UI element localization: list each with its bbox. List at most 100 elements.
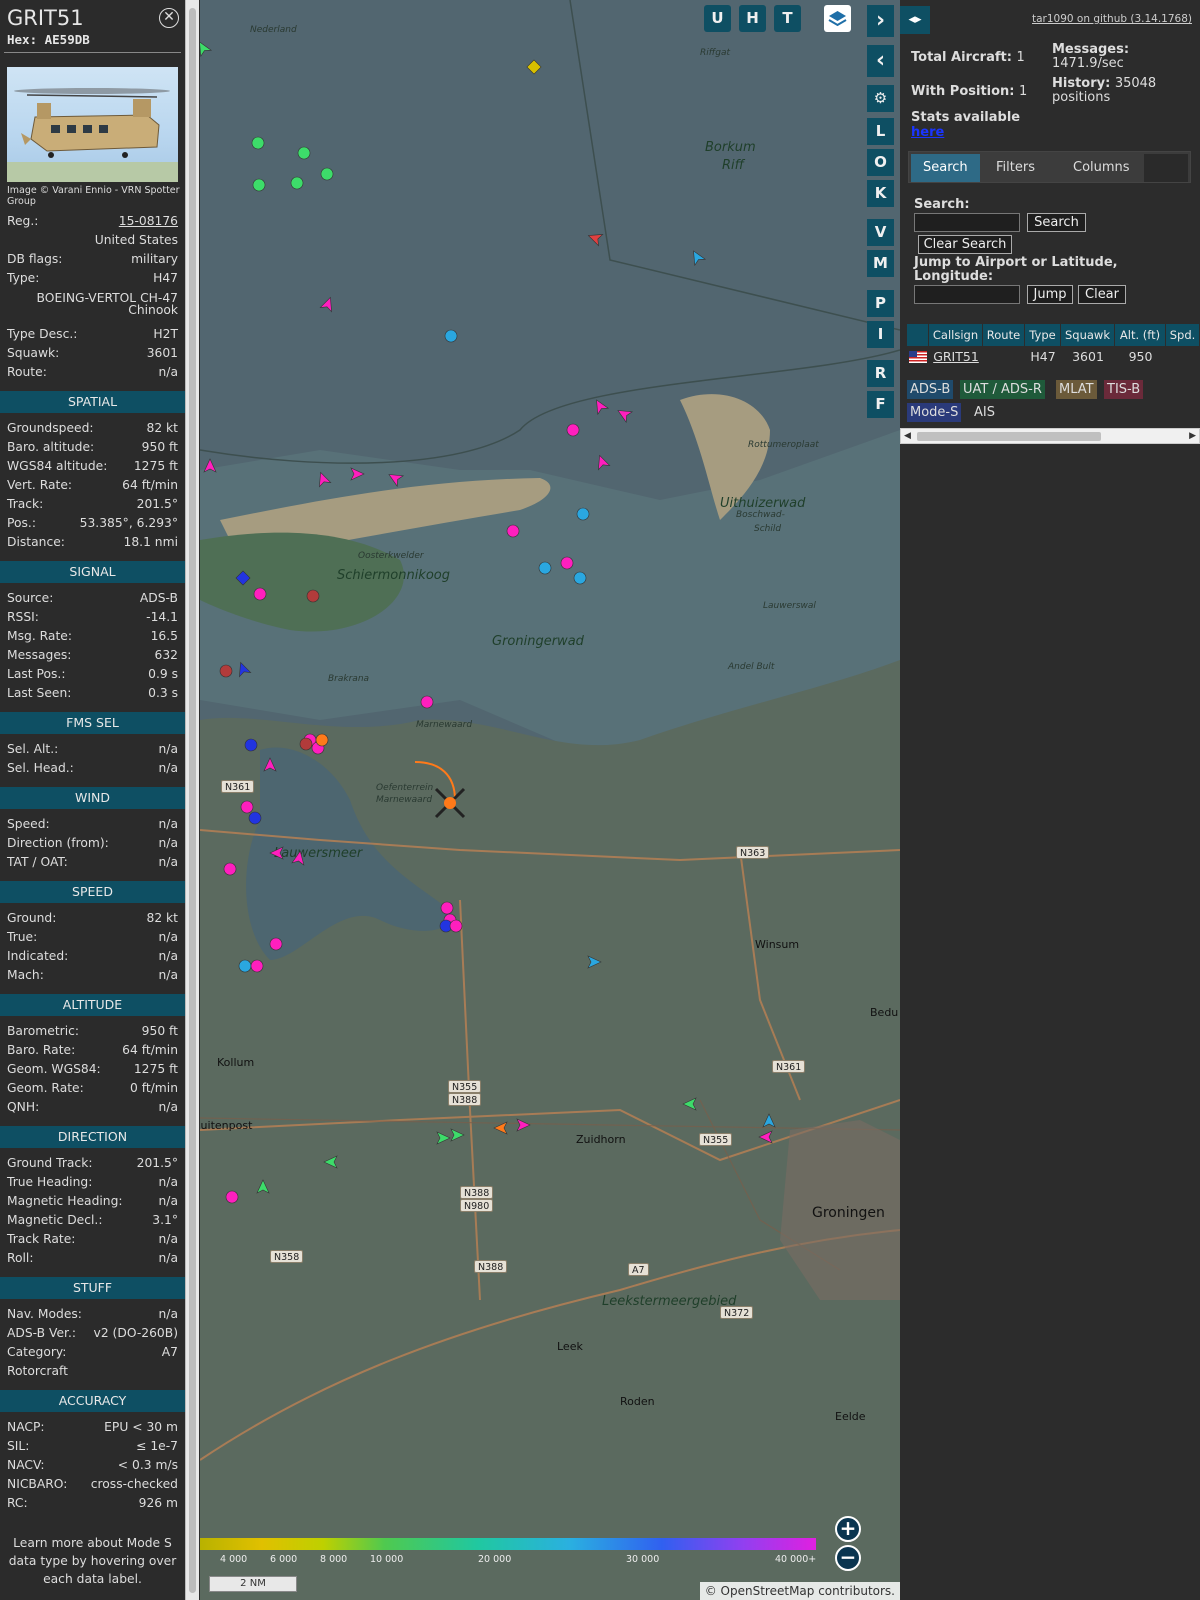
column-route[interactable]: Route: [983, 324, 1025, 346]
search-button[interactable]: Search: [1027, 213, 1086, 232]
map-button-u[interactable]: U: [704, 5, 731, 32]
legend-mlat[interactable]: MLAT: [1056, 380, 1097, 399]
aircraft-marker[interactable]: [594, 453, 611, 471]
legend-uat-adsr[interactable]: UAT / ADS-R: [960, 380, 1045, 399]
expand-collapse-icon[interactable]: ◂▸: [900, 6, 930, 34]
chevron-left-icon[interactable]: ‹: [867, 45, 894, 77]
aircraft-photo[interactable]: [7, 67, 178, 182]
aircraft-marker[interactable]: [256, 1179, 270, 1194]
aircraft-marker[interactable]: [290, 176, 304, 190]
aircraft-marker[interactable]: [269, 846, 284, 860]
aircraft-marker[interactable]: [235, 660, 252, 678]
row-callsign[interactable]: GRIT51: [929, 347, 983, 367]
scroll-left-icon[interactable]: ◀: [904, 429, 911, 443]
aircraft-marker[interactable]: [253, 587, 267, 601]
map-button-h[interactable]: H: [739, 5, 766, 32]
github-link[interactable]: tar1090 on github (3.14.1768): [1032, 13, 1192, 25]
scroll-right-icon[interactable]: ▶: [1189, 429, 1196, 443]
map-button-t[interactable]: T: [774, 5, 801, 32]
map-button-k[interactable]: K: [867, 180, 894, 207]
table-row[interactable]: GRIT51 H47 3601 950: [907, 347, 1200, 367]
aircraft-marker[interactable]: [269, 937, 283, 951]
aircraft-marker[interactable]: [223, 862, 237, 876]
aircraft-marker[interactable]: [573, 571, 587, 585]
aircraft-marker[interactable]: [219, 664, 233, 678]
zoom-in-button[interactable]: +: [835, 1516, 861, 1542]
column-squawk[interactable]: Squawk: [1061, 324, 1115, 346]
scrollbar-thumb[interactable]: [917, 432, 1101, 441]
map-button-i[interactable]: I: [867, 321, 894, 348]
map-button-f[interactable]: F: [867, 391, 894, 418]
aircraft-marker[interactable]: [560, 556, 574, 570]
map-button-p[interactable]: P: [867, 290, 894, 317]
aircraft-marker[interactable]: [319, 295, 336, 313]
aircraft-marker[interactable]: [444, 329, 458, 343]
aircraft-marker[interactable]: [240, 800, 254, 814]
aircraft-marker[interactable]: [587, 955, 602, 969]
aircraft-marker[interactable]: [449, 919, 463, 933]
map-button-l[interactable]: L: [867, 118, 894, 145]
column-altitude[interactable]: Alt. (ft): [1115, 324, 1166, 346]
aircraft-marker[interactable]: [516, 1118, 531, 1132]
aircraft-marker[interactable]: [506, 524, 520, 538]
close-icon[interactable]: ✕: [159, 8, 179, 28]
search-input[interactable]: [914, 213, 1020, 232]
aircraft-marker[interactable]: [350, 467, 365, 481]
aircraft-marker[interactable]: [526, 59, 542, 75]
legend-adsb[interactable]: ADS-B: [907, 380, 954, 399]
aircraft-marker[interactable]: [297, 146, 311, 160]
aircraft-marker[interactable]: [688, 248, 707, 267]
aircraft-marker[interactable]: [248, 811, 262, 825]
zoom-out-button[interactable]: −: [835, 1545, 861, 1571]
aircraft-marker[interactable]: [682, 1097, 697, 1111]
aircraft-marker[interactable]: [440, 901, 454, 915]
aircraft-marker[interactable]: [306, 589, 320, 603]
scrollbar-thumb[interactable]: [189, 8, 196, 1593]
map-attribution[interactable]: © OpenStreetMap contributors.: [699, 1582, 900, 1600]
aircraft-marker[interactable]: [250, 959, 264, 973]
aircraft-marker[interactable]: [586, 230, 604, 247]
legend-tisb[interactable]: TIS-B: [1104, 380, 1144, 399]
stats-link[interactable]: here: [911, 125, 944, 140]
column-type[interactable]: Type: [1025, 324, 1061, 346]
clear-search-button[interactable]: Clear Search: [918, 235, 1012, 254]
aircraft-marker[interactable]: [315, 733, 329, 747]
tab-search[interactable]: Search: [911, 154, 980, 182]
aircraft-marker[interactable]: [299, 737, 313, 751]
aircraft-marker[interactable]: [251, 136, 265, 150]
aircraft-marker[interactable]: [450, 1128, 465, 1142]
layers-icon[interactable]: [824, 5, 851, 32]
jump-input[interactable]: [914, 285, 1020, 304]
column-speed[interactable]: Spd.: [1166, 324, 1200, 346]
aircraft-marker[interactable]: [235, 570, 251, 586]
aircraft-marker[interactable]: [576, 507, 590, 521]
tab-columns[interactable]: Columns: [1061, 154, 1142, 182]
panel-scrollbar[interactable]: [185, 0, 199, 1600]
aircraft-marker[interactable]: [315, 470, 332, 488]
settings-gear-icon[interactable]: ⚙: [867, 85, 894, 112]
map-view[interactable]: Nederland Riffgat Borkum Riff Rottumeroplaat…: [200, 0, 900, 1600]
aircraft-marker[interactable]: [386, 469, 405, 488]
aircraft-marker[interactable]: [436, 1131, 451, 1145]
table-horizontal-scrollbar[interactable]: ◀ ▶: [900, 428, 1200, 444]
tab-filters[interactable]: Filters: [984, 154, 1047, 182]
aircraft-marker[interactable]: [263, 757, 277, 772]
aircraft-marker[interactable]: [203, 458, 217, 473]
aircraft-marker[interactable]: [758, 1130, 773, 1144]
aircraft-marker[interactable]: [323, 1155, 338, 1169]
map-button-o[interactable]: O: [867, 149, 894, 176]
aircraft-marker[interactable]: [762, 1113, 776, 1128]
column-callsign[interactable]: Callsign: [929, 324, 983, 346]
aircraft-marker[interactable]: [591, 397, 610, 416]
aircraft-marker[interactable]: [200, 39, 213, 58]
aircraft-marker[interactable]: [252, 178, 266, 192]
aircraft-marker[interactable]: [238, 959, 252, 973]
aircraft-marker[interactable]: [566, 423, 580, 437]
aircraft-marker[interactable]: [420, 695, 434, 709]
legend-ais[interactable]: AIS: [971, 403, 998, 422]
aircraft-marker[interactable]: [493, 1121, 508, 1135]
info-value[interactable]: 15-08176: [119, 213, 178, 230]
map-button-r[interactable]: R: [867, 360, 894, 387]
map-button-m[interactable]: M: [867, 250, 894, 277]
aircraft-marker[interactable]: [225, 1190, 239, 1204]
